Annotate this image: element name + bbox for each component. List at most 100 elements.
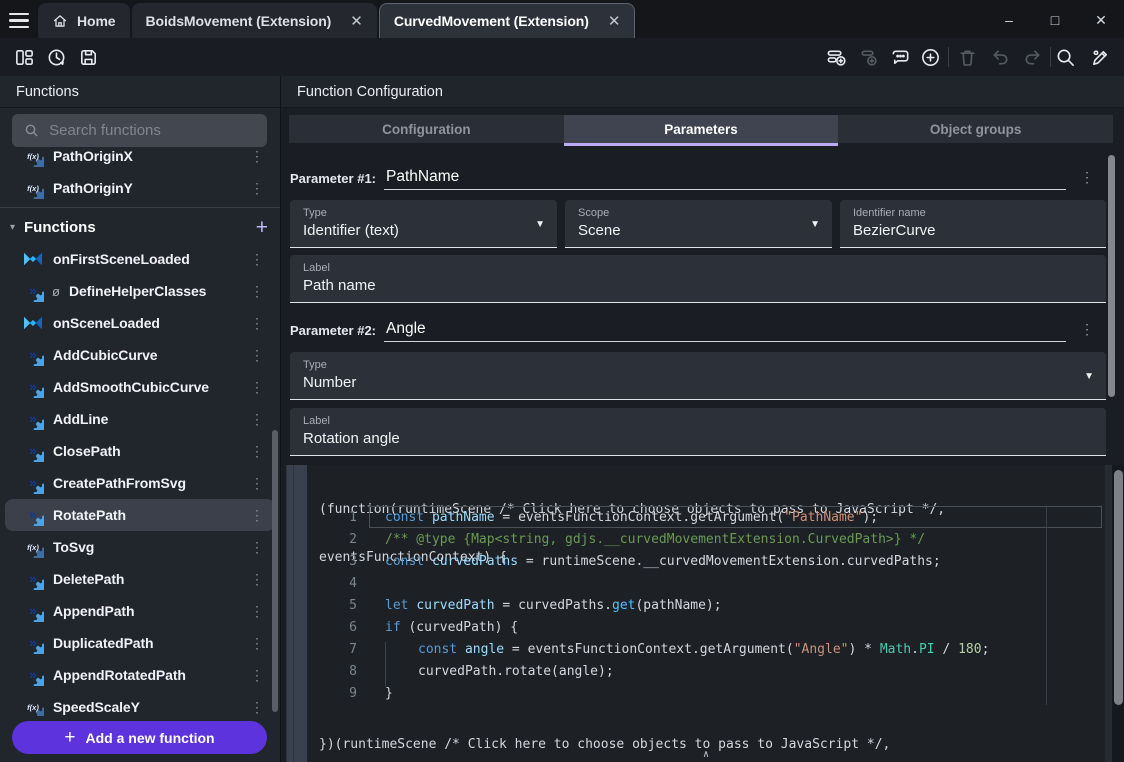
panel-title: Function Configuration (281, 76, 1124, 108)
function-item-CreatePathFromSvg[interactable]: »CreatePathFromSvg⋮ (0, 467, 280, 499)
field-label: Label (303, 415, 1094, 427)
kebab-menu-icon[interactable]: ⋮ (244, 475, 270, 492)
function-item-AppendRotatedPath[interactable]: »AppendRotatedPath⋮ (0, 659, 280, 691)
function-item-DuplicatedPath[interactable]: »DuplicatedPath⋮ (0, 627, 280, 659)
page-scrollbar-track[interactable] (1112, 465, 1124, 762)
add-comment-icon[interactable] (888, 45, 912, 69)
tab-configuration[interactable]: Configuration (289, 115, 564, 143)
functions-section-header[interactable]: ▾ Functions + (0, 211, 280, 243)
tab-curvedmovement[interactable]: CurvedMovement (Extension) ✕ (379, 3, 636, 38)
close-window-button[interactable]: ✕ (1078, 3, 1124, 38)
parameter-name-input[interactable]: Angle (384, 320, 1066, 342)
dropdown-arrow-icon: ▼ (535, 219, 545, 230)
kebab-menu-icon[interactable]: ⋮ (244, 315, 270, 332)
kebab-menu-icon[interactable]: ⋮ (244, 507, 270, 524)
page-scrollbar-thumb[interactable] (1114, 470, 1123, 705)
parameter-name-input[interactable]: PathName (384, 168, 1066, 190)
code-token: / (935, 642, 958, 657)
kebab-menu-icon[interactable]: ⋮ (244, 180, 270, 197)
kebab-menu-icon[interactable]: ⋮ (244, 667, 270, 684)
tab-parameters[interactable]: Parameters (564, 115, 839, 143)
function-item-SpeedScaleY[interactable]: f(x)SpeedScaleY⋮ (0, 691, 280, 716)
add-circle-icon[interactable] (918, 45, 942, 69)
code-line-4[interactable]: 4 (307, 572, 1105, 594)
identifier-name-field[interactable]: Identifier name BezierCurve (840, 200, 1106, 248)
kebab-menu-icon[interactable]: ⋮ (244, 571, 270, 588)
minimize-button[interactable]: – (986, 3, 1032, 38)
function-item-onFirstSceneLoaded[interactable]: onFirstSceneLoaded⋮ (0, 243, 280, 275)
kebab-menu-icon[interactable]: ⋮ (244, 411, 270, 428)
kebab-menu-icon[interactable]: ⋮ (244, 635, 270, 652)
field-value: Identifier (text) (303, 222, 545, 239)
kebab-menu-icon[interactable]: ⋮ (244, 150, 270, 165)
kebab-menu-icon[interactable]: ⋮ (244, 251, 270, 268)
collapse-caret-icon[interactable]: ∧ (703, 749, 709, 760)
add-function-plus-icon[interactable]: + (256, 217, 268, 238)
search-input[interactable] (49, 122, 255, 139)
type-field[interactable]: Type Number ▼ (290, 352, 1106, 400)
label-field[interactable]: Label Path name (290, 255, 1106, 303)
code-line-7[interactable]: 7const angle = eventsFunctionContext.get… (307, 638, 1105, 660)
code-line-5[interactable]: 5let curvedPath = curvedPaths.get(pathNa… (307, 594, 1105, 616)
add-new-function-button[interactable]: + Add a new function (12, 721, 267, 754)
function-item-onSceneLoaded[interactable]: onSceneLoaded⋮ (0, 307, 280, 339)
code-line-3[interactable]: 3const curvedPaths = runtimeScene.__curv… (307, 550, 1105, 572)
tab-home[interactable]: Home (38, 3, 130, 38)
kebab-menu-icon[interactable]: ⋮ (244, 283, 270, 300)
edit-scene-icon[interactable] (1088, 45, 1112, 69)
kebab-menu-icon[interactable]: ⋮ (244, 699, 270, 716)
code-line-1[interactable]: 1const pathName = eventsFunctionContext.… (307, 506, 1105, 528)
event-drag-handle[interactable] (286, 465, 307, 762)
line-number: 2 (307, 532, 357, 547)
code-line-2[interactable]: 2/** @type {Map<string, gdjs.__curvedMov… (307, 528, 1105, 550)
search-functions-box[interactable] (12, 114, 267, 147)
hamburger-menu-icon[interactable] (0, 3, 38, 38)
code-line-8[interactable]: 8curvedPath.rotate(angle); (307, 660, 1105, 682)
add-event-icon[interactable] (824, 45, 848, 69)
redo-icon[interactable] (1020, 45, 1044, 69)
undo-icon[interactable] (988, 45, 1012, 69)
function-item-PathOriginX[interactable]: f(x)PathOriginX⋮ (0, 150, 280, 172)
function-item-AddSmoothCubicCurve[interactable]: »AddSmoothCubicCurve⋮ (0, 371, 280, 403)
code-line-6[interactable]: 6if (curvedPath) { (307, 616, 1105, 638)
function-item-AppendPath[interactable]: »AppendPath⋮ (0, 595, 280, 627)
collapse-triangle-icon[interactable]: ▾ (10, 222, 24, 233)
kebab-menu-icon[interactable]: ⋮ (244, 603, 270, 620)
kebab-menu-icon[interactable]: ⋮ (244, 347, 270, 364)
kebab-menu-icon[interactable]: ⋮ (244, 539, 270, 556)
save-icon[interactable] (76, 45, 100, 69)
function-item-DefineHelperClasses[interactable]: »øDefineHelperClasses⋮ (0, 275, 280, 307)
code-footer-line[interactable]: })(runtimeScene /* Click here to choose … (319, 737, 1105, 753)
kebab-menu-icon[interactable]: ⋮ (244, 443, 270, 460)
project-manager-icon[interactable] (12, 45, 36, 69)
function-item-label: AppendPath (53, 603, 134, 619)
function-item-DeletePath[interactable]: »DeletePath⋮ (0, 563, 280, 595)
action-function-icon: » (22, 568, 44, 590)
type-field[interactable]: Type Identifier (text) ▼ (290, 200, 557, 248)
function-item-AddLine[interactable]: »AddLine⋮ (0, 403, 280, 435)
function-item-PathOriginY[interactable]: f(x)PathOriginY⋮ (0, 172, 280, 204)
tab-object-groups[interactable]: Object groups (838, 115, 1113, 143)
trash-icon[interactable] (955, 45, 979, 69)
function-item-label: ClosePath (53, 443, 121, 459)
kebab-menu-icon[interactable]: ⋮ (1066, 321, 1094, 342)
label-field[interactable]: Label Rotation angle (290, 408, 1106, 456)
kebab-menu-icon[interactable]: ⋮ (244, 379, 270, 396)
tab-boidsmovement[interactable]: BoidsMovement (Extension) ✕ (132, 3, 377, 38)
search-icon[interactable] (1053, 45, 1077, 69)
code-area[interactable]: (function(runtimeScene /* Click here to … (307, 465, 1105, 762)
history-icon[interactable] (44, 45, 68, 69)
add-subevent-icon[interactable] (856, 45, 880, 69)
parameters-scrollbar[interactable] (1108, 155, 1115, 397)
function-item-AddCubicCurve[interactable]: »AddCubicCurve⋮ (0, 339, 280, 371)
sidebar-scrollbar[interactable] (272, 430, 278, 712)
function-item-ClosePath[interactable]: »ClosePath⋮ (0, 435, 280, 467)
scope-field[interactable]: Scope Scene ▼ (565, 200, 832, 248)
function-item-ToSvg[interactable]: f(x)ToSvg⋮ (0, 531, 280, 563)
maximize-button[interactable]: □ (1032, 3, 1078, 38)
kebab-menu-icon[interactable]: ⋮ (1066, 169, 1094, 190)
code-line-9[interactable]: 9} (307, 682, 1105, 704)
close-tab-icon[interactable]: ✕ (350, 12, 363, 30)
function-item-RotatePath[interactable]: »RotatePath⋮ (5, 499, 275, 531)
close-tab-icon[interactable]: ✕ (608, 12, 621, 30)
